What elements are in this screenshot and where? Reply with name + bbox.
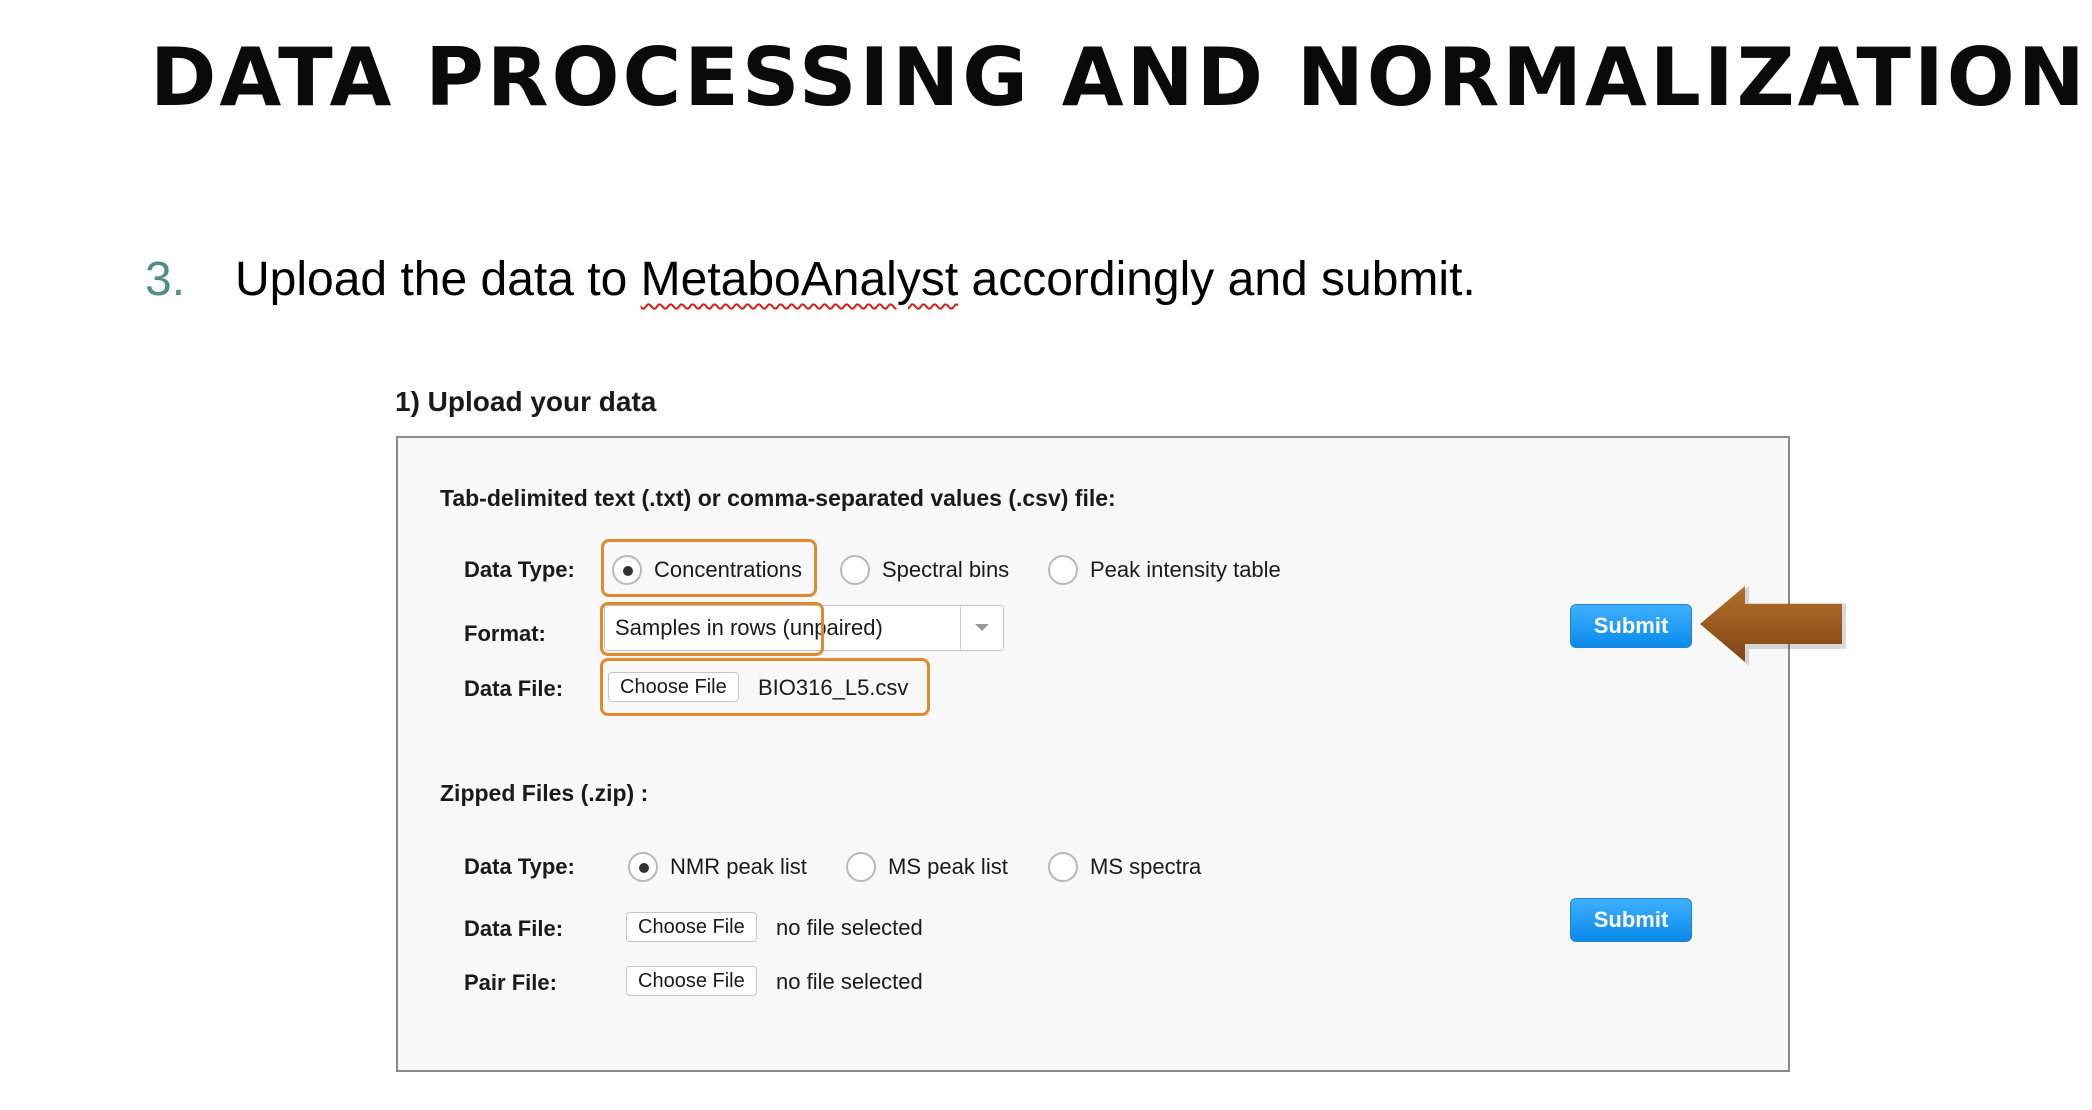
radio-ms-peak-list[interactable] [846,852,876,882]
radio-nmr-peak-list[interactable] [628,852,658,882]
format-label: Format: [464,621,546,646]
format-highlight [600,602,824,656]
pair-choose-file-button[interactable]: Choose File [626,966,757,996]
chevron-down-icon[interactable] [960,606,1003,650]
zip-choose-file-button[interactable]: Choose File [626,912,757,942]
option-concentrations[interactable]: Concentrations [654,557,802,583]
pair-file-label: Pair File: [464,970,557,995]
option-nmr-peak-list[interactable]: NMR peak list [670,854,807,880]
zip-data-file-label: Data File: [464,916,564,941]
option-ms-spectra[interactable]: MS spectra [1090,854,1201,880]
upload-heading: 1) Upload your data [395,386,657,417]
step-number: 3. [145,253,186,306]
pointer-arrow-icon [1700,586,1846,666]
upload-panel: Tab-delimited text (.txt) or comma-separ… [396,436,1790,1072]
step-text-before: Upload the data to [235,253,641,306]
data-file-label: Data File: [464,676,564,701]
step-text-misspelled: MetaboAnalyst [640,253,959,306]
zip-data-type-label: Data Type: [464,854,575,879]
step-text-after: accordingly and submit. [958,253,1476,306]
data-type-label: Data Type: [464,557,575,582]
radio-peak-intensity-table[interactable] [1048,555,1078,585]
zip-section-heading: Zipped Files (.zip) : [440,780,649,806]
radio-spectral-bins[interactable] [840,555,870,585]
selected-file-name: BIO316_L5.csv [758,675,909,700]
text-section-heading: Tab-delimited text (.txt) or comma-separ… [440,485,1116,511]
submit-button[interactable]: Submit [1570,604,1692,648]
option-peak-intensity-table[interactable]: Peak intensity table [1090,557,1281,583]
radio-concentrations[interactable] [612,555,642,585]
radio-ms-spectra[interactable] [1048,852,1078,882]
step-instruction: 3. Upload the data to MetaboAnalyst accor… [145,250,1476,310]
zip-submit-button[interactable]: Submit [1570,898,1692,942]
pair-file-status: no file selected [776,969,923,994]
slide-title: DATA PROCESSING AND NORMALIZATION [150,31,2088,124]
zip-data-file-status: no file selected [776,915,923,940]
choose-file-button[interactable]: Choose File [608,672,739,702]
option-spectral-bins[interactable]: Spectral bins [882,557,1009,583]
option-ms-peak-list[interactable]: MS peak list [888,854,1008,880]
